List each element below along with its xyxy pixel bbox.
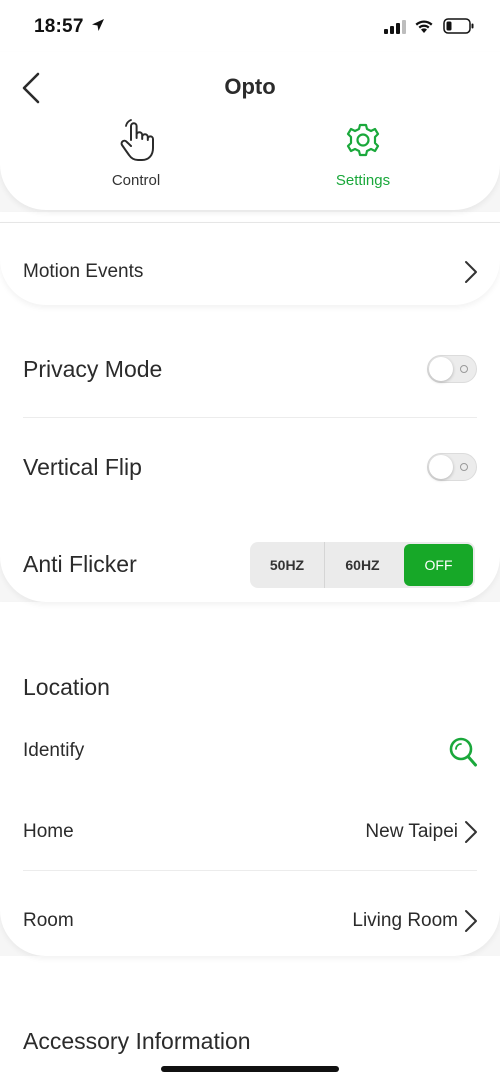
motion-events-row[interactable]: Motion Events [0,222,500,305]
gear-icon [346,123,380,157]
location-card: Location Identify Home New Taipei Room L… [0,602,500,956]
page-title: Opto [224,74,276,99]
privacy-mode-label: Privacy Mode [23,356,163,382]
toggle-off-indicator [460,365,468,373]
accessory-section: Accessory Information [0,956,500,1082]
location-section-title: Location [23,674,110,700]
chevron-right-icon [465,821,477,843]
home-label: Home [23,821,74,842]
room-value: Living Room [352,910,458,931]
anti-flicker-50hz-button[interactable]: 50HZ [250,542,324,588]
toggle-off-indicator [460,463,468,471]
chevron-right-icon [465,910,477,932]
anti-flicker-60hz-button[interactable]: 60HZ [324,542,400,588]
vertical-flip-label: Vertical Flip [23,454,142,480]
anti-flicker-label: Anti Flicker [23,551,137,577]
tab-control-label: Control [111,172,161,189]
divider [23,417,477,418]
room-label: Room [23,910,74,931]
divider [23,870,477,871]
search-icon[interactable] [448,736,478,768]
status-time: 18:57 [34,16,84,37]
home-value: New Taipei [365,821,458,842]
home-indicator[interactable] [161,1066,339,1072]
anti-flicker-off-button[interactable]: OFF [404,544,473,586]
battery-icon [443,18,474,34]
toggle-knob [429,455,453,479]
toggle-knob [429,357,453,381]
status-bar: 18:57 [0,0,500,52]
tab-settings[interactable]: Settings [293,118,433,189]
chevron-right-icon [465,261,477,283]
identify-label: Identify [23,740,85,761]
motion-events-label: Motion Events [23,261,144,282]
tab-control[interactable]: Control [66,118,206,189]
cellular-signal-icon [384,20,406,34]
tap-hand-icon [120,119,154,161]
wifi-icon [415,20,433,33]
location-arrow-icon [92,19,104,31]
vertical-flip-toggle[interactable] [427,453,477,481]
privacy-mode-toggle[interactable] [427,355,477,383]
tab-settings-label: Settings [335,172,391,189]
anti-flicker-segmented-control: 50HZ 60HZ OFF [250,542,475,588]
accessory-information-title: Accessory Information [23,1028,251,1054]
